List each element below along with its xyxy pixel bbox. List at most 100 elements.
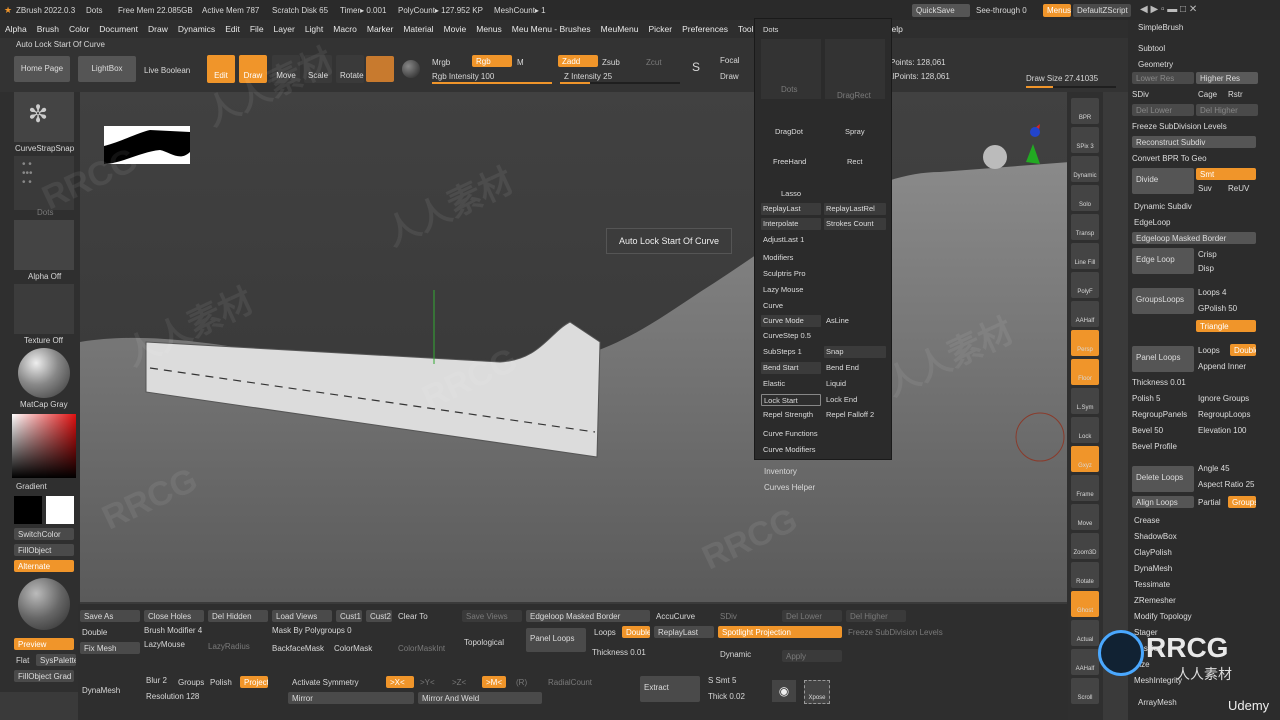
menu-item-menus[interactable]: Menus: [471, 20, 507, 34]
modify-topology-subpalette[interactable]: Modify Topology: [1134, 612, 1192, 621]
menu-item-macro[interactable]: Macro: [328, 20, 362, 34]
live-boolean-button[interactable]: Live Boolean: [144, 66, 190, 75]
switchcolor-button[interactable]: SwitchColor: [14, 528, 74, 540]
window-controls-icon[interactable]: ◀ ▶ ▫ ▬ □ ✕: [1140, 4, 1197, 15]
edgeloop-masked-border-button[interactable]: Edgeloop Masked Border: [1132, 232, 1256, 244]
del-hidden-button[interactable]: Del Hidden: [208, 610, 268, 622]
geometry-subpalette[interactable]: Geometry: [1138, 60, 1173, 69]
panel-loops-bottom-button[interactable]: Panel Loops: [526, 628, 586, 652]
menu-item-file[interactable]: File: [245, 20, 269, 34]
fillobject-grad-button[interactable]: FillObject Grad: [14, 670, 74, 682]
lazymouse-button[interactable]: LazyMouse: [144, 640, 185, 649]
del-higher-bottom-button[interactable]: Del Higher: [846, 610, 906, 622]
stroke-dragdot-label[interactable]: DragDot: [775, 127, 803, 136]
home-page-button[interactable]: Home Page: [14, 56, 70, 82]
primary-color-swatch[interactable]: [14, 496, 42, 524]
focal-slider[interactable]: Focal: [720, 56, 740, 65]
shelf-polyf-button[interactable]: PolyF: [1071, 272, 1099, 298]
cust2-button[interactable]: Cust2: [366, 610, 392, 622]
shelf-solo-button[interactable]: Solo: [1071, 185, 1099, 211]
shelf-lock-button[interactable]: Lock: [1071, 417, 1099, 443]
loops-slider[interactable]: Loops: [1198, 346, 1220, 355]
arraymesh-subpalette[interactable]: ArrayMesh: [1138, 698, 1177, 707]
z-intensity-track[interactable]: [560, 82, 680, 84]
menu-item-alpha[interactable]: Alpha: [0, 20, 32, 34]
partial-button[interactable]: Partial: [1198, 498, 1221, 507]
lock-start-button[interactable]: Lock Start: [761, 394, 821, 406]
adjustlast-slider[interactable]: AdjustLast 1: [763, 235, 804, 244]
colormask-button[interactable]: ColorMask: [334, 644, 372, 653]
inventory-subpalette[interactable]: Inventory: [764, 467, 797, 476]
menu-item-material[interactable]: Material: [398, 20, 438, 34]
elevation-slider[interactable]: Elevation 100: [1198, 426, 1246, 435]
menu-item-picker[interactable]: Picker: [643, 20, 677, 34]
edge-loop-button[interactable]: Edge Loop: [1132, 248, 1194, 274]
shelf-transp-button[interactable]: Transp: [1071, 214, 1099, 240]
crisp-button[interactable]: Crisp: [1198, 250, 1217, 259]
texture-thumbnail[interactable]: [14, 284, 74, 334]
shelf-dynamic-button[interactable]: Dynamic: [1071, 156, 1099, 182]
mrgb-button[interactable]: Mrgb: [432, 58, 450, 67]
bevel-slider[interactable]: Bevel 50: [1132, 426, 1163, 435]
alpha-thumbnail[interactable]: [14, 220, 74, 270]
bend-start-button[interactable]: Bend Start: [761, 362, 821, 374]
draw-slider-short[interactable]: Draw: [720, 72, 739, 81]
repel-strength-slider[interactable]: Repel Strength: [761, 409, 821, 421]
load-views-button[interactable]: Load Views: [272, 610, 332, 622]
sym-y-button[interactable]: >Y<: [420, 678, 435, 687]
tessimate-subpalette[interactable]: Tessimate: [1134, 580, 1170, 589]
menu-item-layer[interactable]: Layer: [269, 20, 300, 34]
stroke-spray-label[interactable]: Spray: [845, 127, 865, 136]
shelf-line-fill-button[interactable]: Line Fill: [1071, 243, 1099, 269]
rgb-intensity-slider[interactable]: Rgb Intensity 100: [432, 72, 494, 81]
shelf-rotate-button[interactable]: Rotate: [1071, 562, 1099, 588]
interpolate-button[interactable]: Interpolate: [761, 218, 821, 230]
menu-item-meumenu[interactable]: MeuMenu: [596, 20, 644, 34]
s-smt-slider[interactable]: S Smt 5: [708, 676, 736, 685]
sdiv-bottom-slider[interactable]: SDiv: [720, 612, 737, 621]
groups-button[interactable]: Groups: [1228, 496, 1256, 508]
activate-symmetry-button[interactable]: Activate Symmetry: [292, 678, 359, 687]
sculptris-icon[interactable]: S: [692, 60, 700, 74]
radial-r-button[interactable]: (R): [516, 678, 527, 687]
del-higher-button[interactable]: Del Higher: [1196, 104, 1258, 116]
thickness-bottom-slider[interactable]: Thickness 0.01: [592, 648, 646, 657]
shadowbox-subpalette[interactable]: ShadowBox: [1134, 532, 1177, 541]
preview-button[interactable]: Preview: [14, 638, 74, 650]
shelf-zoom3d-button[interactable]: Zoom3D: [1071, 533, 1099, 559]
menu-item-draw[interactable]: Draw: [143, 20, 173, 34]
clear-to-button[interactable]: Clear To: [398, 612, 428, 621]
menu-item-preferences[interactable]: Preferences: [677, 20, 733, 34]
edgeloop-subpalette[interactable]: EdgeLoop: [1134, 218, 1170, 227]
stroke-rect-label[interactable]: Rect: [847, 157, 862, 166]
higher-res-button[interactable]: Higher Res: [1196, 72, 1258, 84]
topological-button[interactable]: Topological: [464, 638, 504, 647]
replaylast-bottom-button[interactable]: ReplayLast: [654, 626, 714, 638]
reconstruct-subdiv-button[interactable]: Reconstruct Subdiv: [1132, 136, 1256, 148]
secondary-color-swatch[interactable]: [46, 496, 74, 524]
angle-slider[interactable]: Angle 45: [1198, 464, 1230, 473]
loops4-slider[interactable]: Loops 4: [1198, 288, 1226, 297]
alternate-button[interactable]: Alternate: [14, 560, 74, 572]
shelf-spix-3-button[interactable]: SPix 3: [1071, 127, 1099, 153]
menu-item-document[interactable]: Document: [94, 20, 143, 34]
zremesher-subpalette[interactable]: ZRemesher: [1134, 596, 1176, 605]
zcut-button[interactable]: Zcut: [646, 58, 662, 67]
del-lower-bottom-button[interactable]: Del Lower: [782, 610, 842, 622]
panel-loops-button[interactable]: Panel Loops: [1132, 346, 1194, 372]
close-holes-button[interactable]: Close Holes: [144, 610, 204, 622]
spotlight-projection-button[interactable]: Spotlight Projection: [718, 626, 842, 638]
backfacemask-button[interactable]: BackfaceMask: [272, 644, 324, 653]
sym-x-button[interactable]: >X<: [386, 676, 414, 688]
snap-button[interactable]: Snap: [824, 346, 886, 358]
stroke-dots-tile[interactable]: Dots: [761, 39, 821, 99]
sym-m-button[interactable]: >M<: [482, 676, 506, 688]
stroke-freehand-label[interactable]: FreeHand: [773, 157, 806, 166]
liquid-button[interactable]: Liquid: [824, 378, 886, 390]
edgeloop-masked-border-bottom[interactable]: Edgeloop Masked Border: [526, 610, 650, 622]
thickness-slider[interactable]: Thickness 0.01: [1132, 378, 1186, 387]
lazyradius-slider[interactable]: LazyRadius: [208, 642, 250, 651]
rgb-button[interactable]: Rgb: [472, 55, 512, 67]
shelf-aahalf-button[interactable]: AAHalf: [1071, 301, 1099, 327]
mirror-button[interactable]: Mirror: [288, 692, 414, 704]
